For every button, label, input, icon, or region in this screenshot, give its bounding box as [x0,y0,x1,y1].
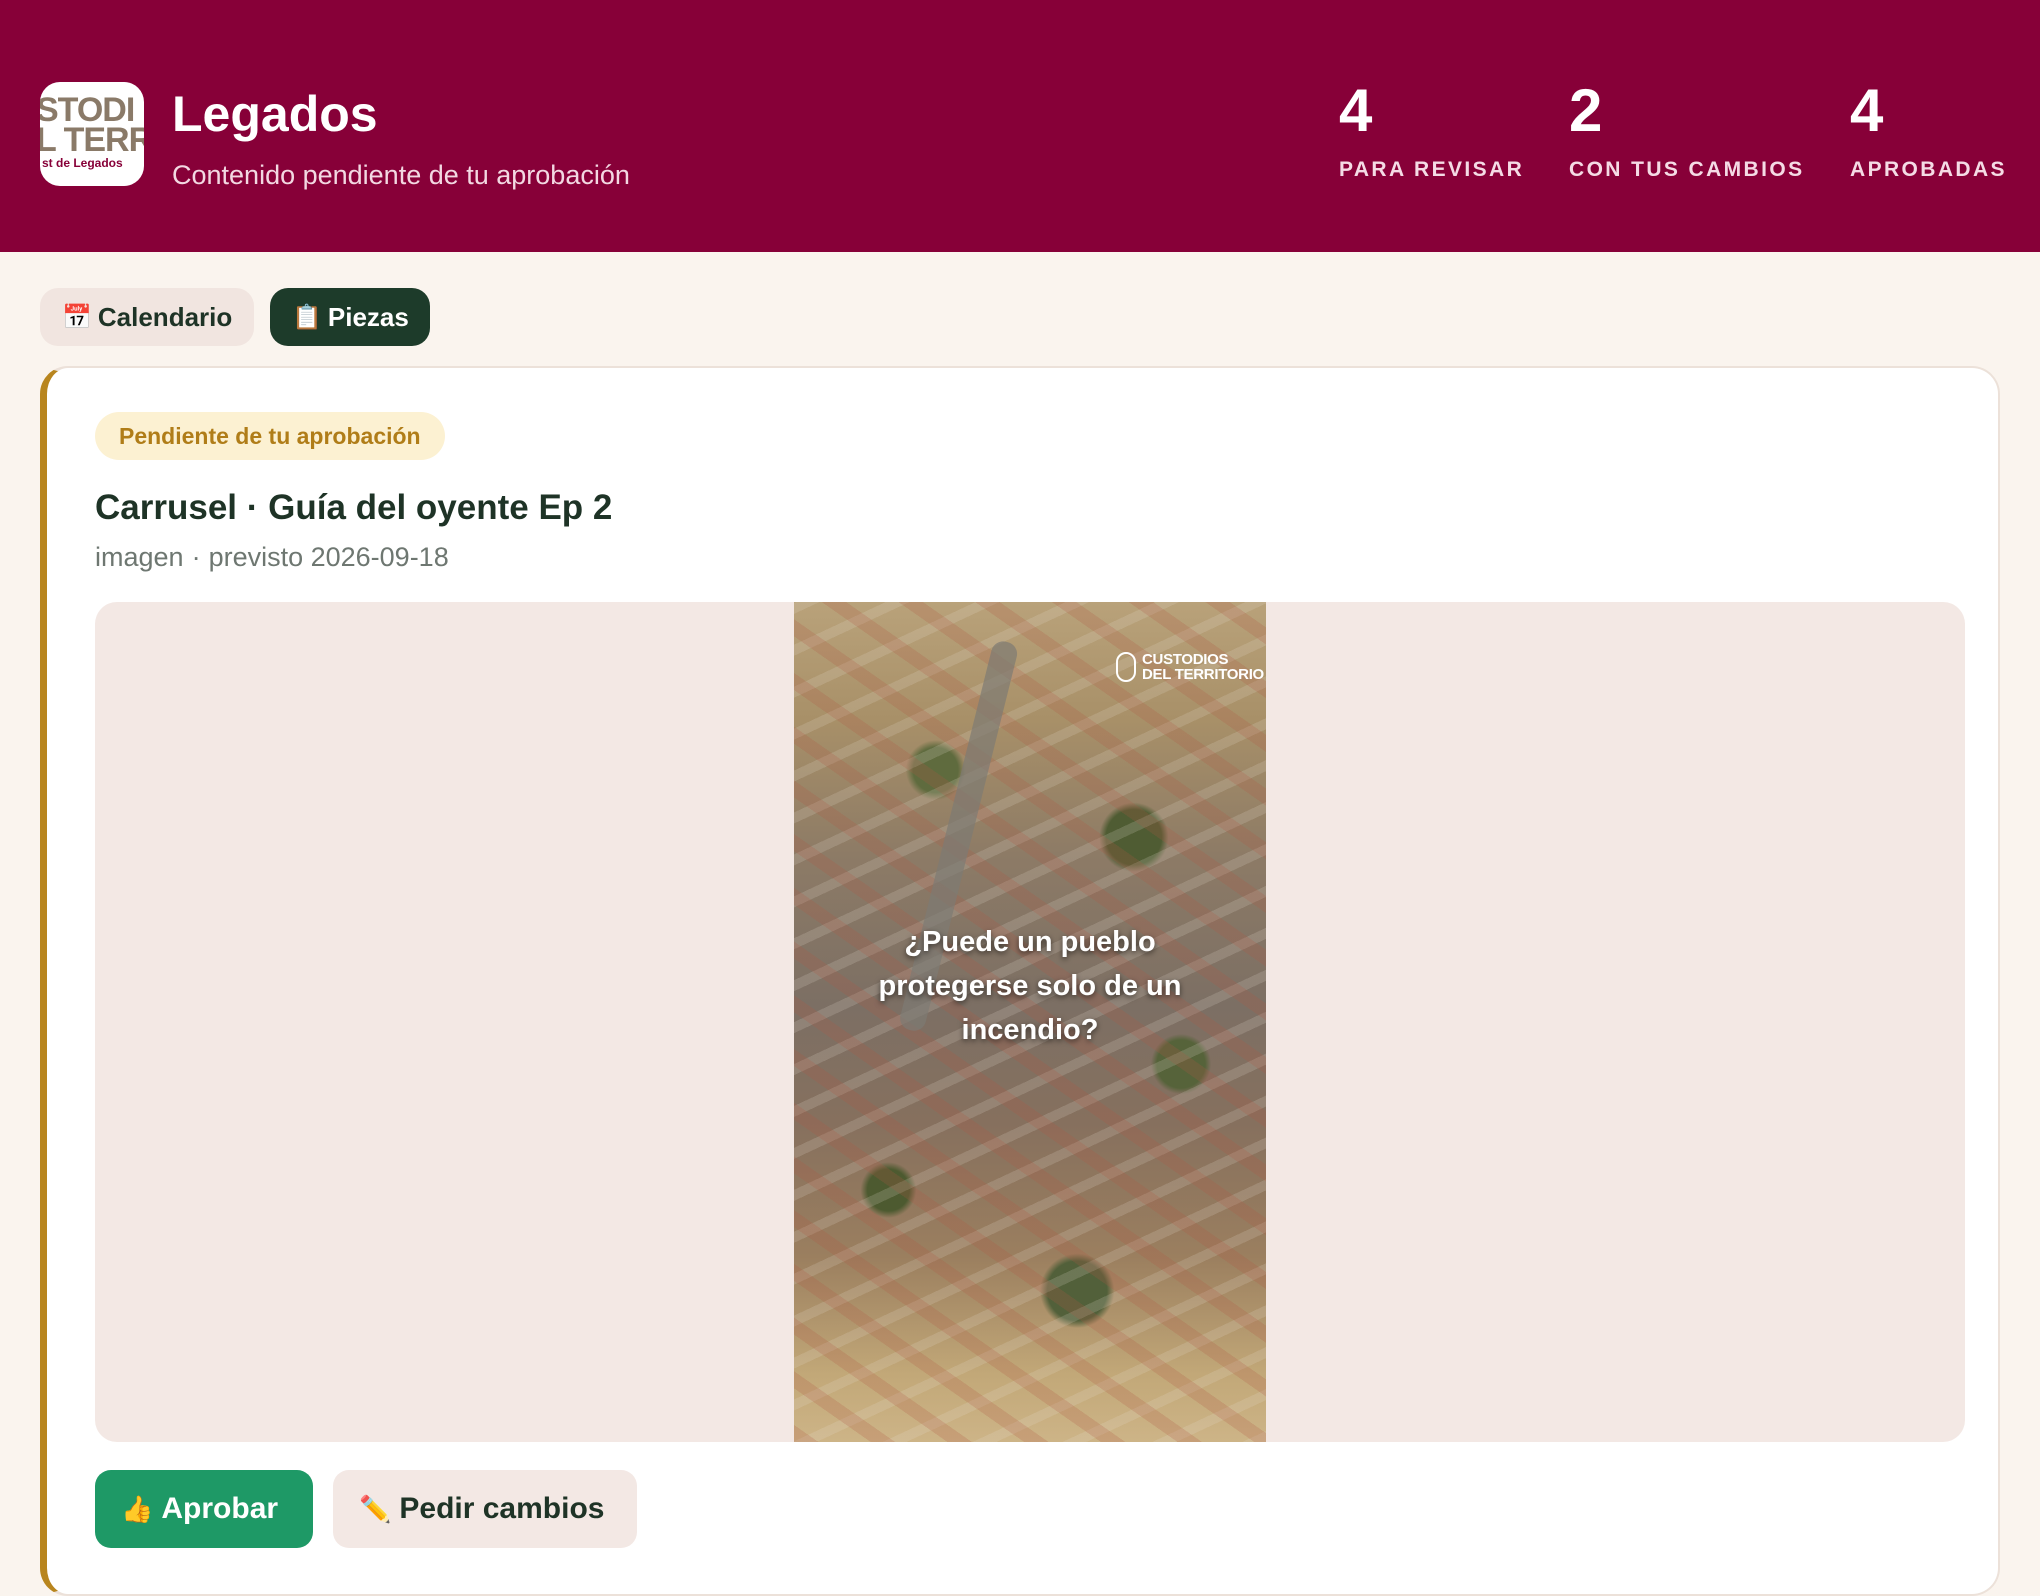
photo-brand-mark: CUSTODIOS DEL TERRITORIO [1116,652,1264,682]
photo-caption: ¿Puede un pueblo protegerse solo de un i… [878,926,1182,1046]
calendar-icon: 📅 [62,303,92,331]
stat-label: CON TUS CAMBIOS [1569,158,1805,181]
approve-button[interactable]: 👍 Aprobar [95,1470,313,1548]
thumbs-up-icon: 👍 [121,1493,154,1524]
app-subtitle: Contenido pendiente de tu aprobación [172,160,630,190]
piece-meta: imagen · previsto 2026-09-18 [95,540,449,574]
microphone-icon [1116,652,1136,682]
piece-planned-date: previsto 2026-09-18 [208,542,449,572]
clipboard-icon: 📋 [292,303,322,331]
image-preview: CUSTODIOS DEL TERRITORIO ¿Puede un puebl… [95,602,1965,1442]
request-changes-label: Pedir cambios [399,1492,605,1525]
tab-label: Calendario [97,301,233,332]
piece-card: Pendiente de tu aprobación Carrusel · Gu… [40,366,2000,1596]
logo-text-line-2: L TERR [40,121,144,159]
approve-label: Aprobar [161,1492,279,1525]
stat-con-tus-cambios: 2 CON TUS CAMBIOS [1569,76,1805,182]
status-badge: Pendiente de tu aprobación [95,412,445,460]
tab-piezas[interactable]: 📋 Piezas [270,288,430,346]
stat-label: PARA REVISAR [1339,158,1525,181]
stat-value: 4 [1850,77,1884,144]
aerial-village-photo: CUSTODIOS DEL TERRITORIO ¿Puede un puebl… [794,602,1266,1442]
stat-aprobadas: 4 APROBADAS [1850,76,2007,182]
app-logo: STODI L TERR st de Legados [40,82,144,186]
stat-value: 4 [1339,77,1373,144]
stat-para-revisar: 4 PARA REVISAR [1339,76,1524,182]
piece-title: Carrusel · Guía del oyente Ep 2 [95,488,613,527]
logo-text-line-3: st de Legados [42,156,123,170]
app-header: STODI L TERR st de Legados Legados Conte… [0,0,2040,252]
stat-value: 2 [1569,77,1603,144]
app-title: Legados [172,86,378,142]
stat-label: APROBADAS [1850,158,2007,181]
tab-label: Piezas [327,301,409,332]
photo-brand-text: CUSTODIOS DEL TERRITORIO [1142,652,1264,682]
meta-separator: · [191,542,201,572]
piece-type: imagen [95,542,184,572]
brand-line-2: DEL TERRITORIO [1142,666,1264,683]
request-changes-button[interactable]: ✏️ Pedir cambios [333,1470,637,1548]
tab-calendario[interactable]: 📅 Calendario [40,288,254,346]
brand-line-1: CUSTODIOS [1142,651,1229,668]
pencil-icon: ✏️ [359,1493,392,1524]
